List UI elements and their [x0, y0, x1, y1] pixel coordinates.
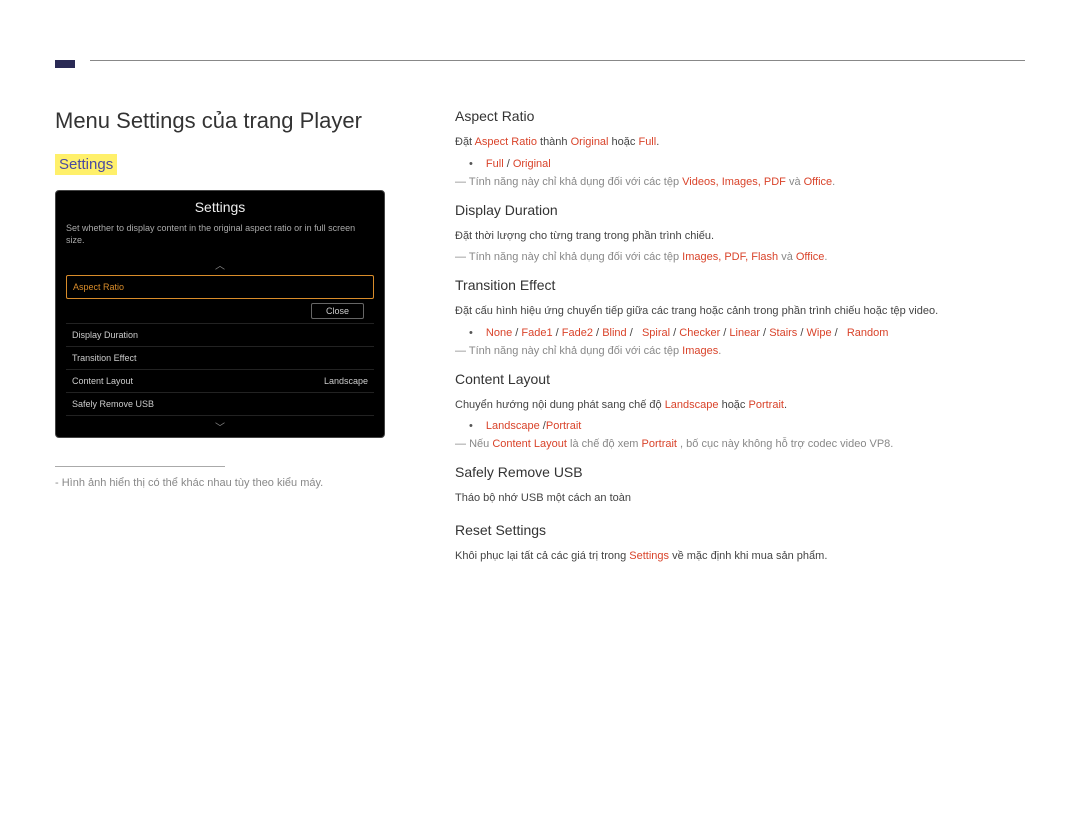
aspect-ratio-note: Tính năng này chỉ khả dụng đối với các t…	[455, 176, 1035, 188]
heading-reset-settings: Reset Settings	[455, 522, 1035, 538]
section-label-settings: Settings	[55, 154, 117, 175]
close-button[interactable]: Close	[311, 303, 364, 319]
heading-content-layout: Content Layout	[455, 371, 1035, 387]
transition-effect-note: Tính năng này chỉ khả dụng đối với các t…	[455, 345, 1035, 357]
heading-aspect-ratio: Aspect Ratio	[455, 108, 1035, 124]
device-item-label: Transition Effect	[72, 353, 137, 363]
header-divider	[90, 60, 1025, 61]
device-item-label: Content Layout	[72, 376, 133, 386]
chevron-down-icon: ﹀	[56, 416, 384, 437]
reset-settings-desc: Khôi phục lại tất cả các giá trị trong S…	[455, 548, 1035, 566]
content-layout-desc: Chuyển hướng nội dung phát sang chế độ L…	[455, 397, 1035, 415]
content-layout-options: Landscape /Portrait	[469, 420, 1035, 432]
footnote-divider	[55, 466, 225, 467]
header-accent	[55, 60, 75, 68]
aspect-ratio-options: Full / Original	[469, 158, 1035, 170]
device-item-label: Display Duration	[72, 330, 138, 340]
device-item-content-layout[interactable]: Content Layout Landscape	[66, 370, 374, 393]
heading-safely-remove-usb: Safely Remove USB	[455, 464, 1035, 480]
transition-effect-options: None / Fade1 / Fade2 / Blind / Spiral / …	[469, 327, 1035, 339]
heading-transition-effect: Transition Effect	[455, 277, 1035, 293]
device-mock-settings: Settings Set whether to display content …	[55, 190, 385, 438]
device-subtitle: Set whether to display content in the or…	[56, 219, 384, 254]
aspect-ratio-desc: Đặt Aspect Ratio thành Original hoặc Ful…	[455, 134, 1035, 152]
device-item-value: Landscape	[324, 376, 368, 386]
content-layout-note: Nếu Content Layout là chế độ xem Portrai…	[455, 438, 1035, 450]
device-item-safely-remove-usb[interactable]: Safely Remove USB	[66, 393, 374, 416]
heading-display-duration: Display Duration	[455, 202, 1035, 218]
footnote-text: - Hình ảnh hiển thị có thể khác nhau tùy…	[55, 477, 395, 489]
chevron-up-icon: ︿	[56, 254, 384, 275]
device-item-aspect-ratio[interactable]: Aspect Ratio	[66, 275, 374, 299]
device-item-label: Aspect Ratio	[73, 282, 124, 292]
device-item-display-duration[interactable]: Display Duration	[66, 324, 374, 347]
device-title: Settings	[56, 191, 384, 219]
transition-effect-desc: Đặt cấu hình hiệu ứng chuyển tiếp giữa c…	[455, 303, 1035, 321]
display-duration-desc: Đặt thời lượng cho từng trang trong phần…	[455, 228, 1035, 246]
device-item-transition-effect[interactable]: Transition Effect	[66, 347, 374, 370]
device-item-label: Safely Remove USB	[72, 399, 154, 409]
display-duration-note: Tính năng này chỉ khả dụng đối với các t…	[455, 251, 1035, 263]
page-title: Menu Settings của trang Player	[55, 108, 395, 134]
safely-remove-usb-desc: Tháo bộ nhớ USB một cách an toàn	[455, 490, 1035, 508]
